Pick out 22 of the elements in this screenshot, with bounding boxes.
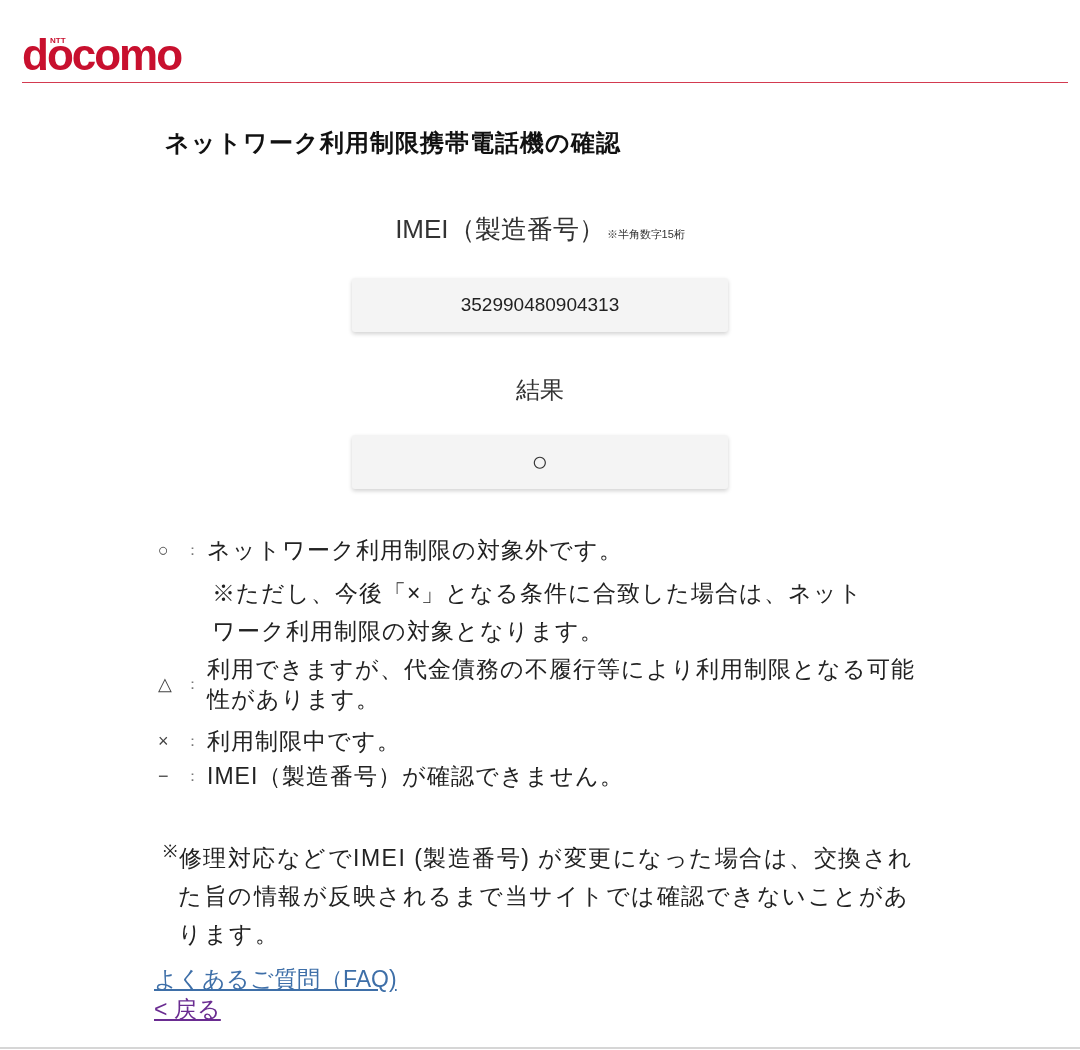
legend-text: 利用できますが、代金債務の不履行等により利用制限となる可能性があります。: [207, 655, 916, 714]
legend-symbol: ×: [158, 730, 170, 753]
legend-separator: ：: [185, 766, 201, 786]
legend-note: ※ただし、今後「×」となる条件に合致した場合は、ネットワーク利用制限の対象となります。: [212, 579, 865, 646]
legend-separator: ：: [185, 674, 201, 694]
legend-text: ネットワーク利用制限の対象外です。: [207, 536, 624, 565]
legend-symbol: −: [158, 765, 170, 788]
text-link[interactable]: < 戻る: [154, 994, 221, 1024]
legend-symbol: ○: [158, 539, 170, 562]
imei-label: IMEI（製造番号）: [395, 213, 605, 245]
legend-separator: ：: [185, 540, 201, 560]
legend-separator: ：: [185, 731, 201, 751]
legend-symbol: △: [158, 673, 173, 696]
text-link[interactable]: よくあるご質問（FAQ): [154, 964, 397, 994]
result-label: 結果: [516, 375, 564, 405]
page-title: ネットワーク利用制限携帯電話機の確認: [165, 129, 621, 157]
legend-text: 利用制限中です。: [207, 727, 402, 756]
legend-text: IMEI（製造番号）が確認できません。: [207, 762, 626, 791]
imei-field[interactable]: 352990480904313: [352, 278, 728, 332]
footnote: $^{※}$修理対応などでIMEI (製造番号) が変更になった場合は、交換された旨の情報が反映されるまで当サイトでは確認できないことがあります。: [163, 840, 915, 949]
imei-note: ※半角数字15桁: [606, 227, 685, 241]
result-field: ○: [352, 435, 728, 489]
